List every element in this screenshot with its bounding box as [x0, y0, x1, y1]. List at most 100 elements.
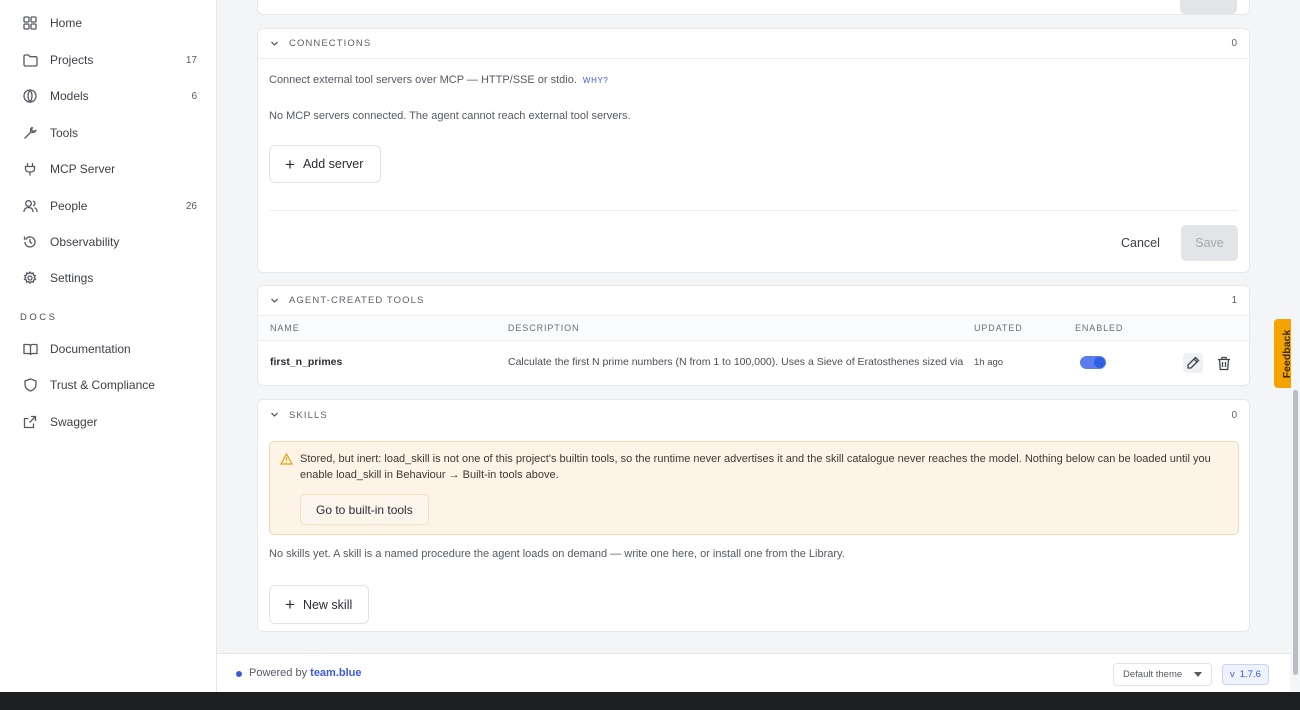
version-prefix: v: [1230, 669, 1235, 680]
add-server-button[interactable]: + Add server: [269, 145, 381, 183]
plug-icon: [22, 161, 38, 177]
grid-icon: [22, 15, 38, 31]
sidebar-item-mcp-server[interactable]: MCP Server: [22, 157, 197, 181]
sidebar-item-label: Models: [50, 89, 89, 103]
warning-text: Stored, but inert: load_skill is not one…: [300, 453, 1211, 481]
scrollbar-thumb[interactable]: [1293, 390, 1298, 675]
chevron-down-icon: [270, 39, 280, 49]
sidebar-item-settings[interactable]: Settings: [22, 266, 197, 290]
new-skill-label: New skill: [302, 597, 353, 612]
agent-tools-title: AGENT-CREATED TOOLS: [289, 295, 425, 306]
new-skill-button[interactable]: + New skill: [269, 585, 369, 624]
agent-tools-card: AGENT-CREATED TOOLS 1 NAME DESCRIPTION U…: [257, 285, 1250, 386]
brand-link[interactable]: team.blue: [310, 667, 361, 679]
plus-icon: +: [285, 595, 295, 614]
sidebar-item-people[interactable]: People 26: [22, 194, 197, 218]
footer: Powered by team.blue Default theme v 1.7…: [217, 653, 1290, 692]
sidebar: Home Projects 17 Models 6 Tools MCP Serv…: [0, 0, 217, 692]
skills-header[interactable]: SKILLS 0: [258, 400, 1249, 430]
column-updated: UPDATED: [974, 323, 1023, 333]
sidebar-item-observability[interactable]: Observability: [22, 230, 197, 254]
sidebar-item-documentation[interactable]: Documentation: [22, 337, 197, 361]
sidebar-item-count: 17: [185, 54, 197, 66]
shield-icon: [22, 377, 38, 393]
table-row[interactable]: first_n_primes Calculate the first N pri…: [258, 342, 1249, 386]
chevron-down-icon: [270, 296, 280, 306]
plus-icon: +: [285, 154, 295, 174]
connections-title: CONNECTIONS: [289, 38, 372, 49]
sidebar-item-label: People: [50, 199, 88, 213]
table-header: NAME DESCRIPTION UPDATED ENABLED: [258, 316, 1249, 341]
edit-icon[interactable]: [1183, 353, 1203, 373]
trash-icon[interactable]: [1215, 354, 1233, 372]
tool-description: Calculate the first N prime numbers (N f…: [508, 356, 966, 368]
caret-down-icon: [1194, 669, 1202, 680]
sidebar-item-label: Swagger: [50, 415, 98, 429]
connections-card: CONNECTIONS 0 Connect external tool serv…: [257, 28, 1250, 273]
sidebar-item-label: Documentation: [50, 342, 131, 356]
skills-title: SKILLS: [289, 409, 328, 421]
taskbar: [0, 692, 1300, 710]
docs-heading: DOCS: [20, 312, 58, 323]
why-link[interactable]: WHY?: [583, 76, 609, 85]
connections-header[interactable]: CONNECTIONS 0: [258, 29, 1249, 59]
status-dot: [236, 671, 242, 677]
sidebar-item-home[interactable]: Home: [22, 11, 197, 35]
version-badge: v 1.7.6: [1222, 664, 1269, 685]
book-icon: [22, 341, 38, 357]
version-number: 1.7.6: [1239, 669, 1261, 680]
history-icon: [22, 234, 38, 250]
connections-description-row: Connect external tool servers over MCP —…: [269, 74, 608, 86]
warning-banner: Stored, but inert: load_skill is not one…: [269, 441, 1239, 535]
sidebar-item-models[interactable]: Models 6: [22, 84, 197, 108]
sidebar-item-label: Projects: [50, 53, 94, 67]
sidebar-item-count: 26: [185, 200, 197, 212]
column-name: NAME: [270, 323, 300, 333]
connections-empty-text: No MCP servers connected. The agent cann…: [269, 110, 631, 122]
add-server-label: Add server: [302, 157, 364, 171]
connections-count: 0: [1231, 38, 1237, 49]
divider: [269, 210, 1238, 211]
sidebar-item-count: 6: [191, 90, 197, 102]
skills-card: SKILLS 0 Stored, but inert: load_skill i…: [257, 399, 1250, 632]
column-description: DESCRIPTION: [508, 323, 580, 333]
column-enabled: ENABLED: [1075, 323, 1124, 333]
sidebar-item-label: Settings: [50, 271, 94, 285]
users-icon: [22, 198, 38, 214]
sidebar-item-projects[interactable]: Projects 17: [22, 48, 197, 72]
toggle-knob: [1094, 357, 1105, 368]
sidebar-item-trust-compliance[interactable]: Trust & Compliance: [22, 373, 197, 397]
tool-name: first_n_primes: [270, 356, 343, 368]
warning-icon: [279, 452, 294, 465]
external-link-icon: [22, 414, 38, 430]
gear-icon: [22, 270, 38, 286]
powered-prefix: Powered by: [249, 667, 308, 679]
sidebar-item-label: Home: [50, 16, 83, 30]
wrench-icon: [22, 125, 38, 141]
sidebar-item-label: MCP Server: [50, 162, 116, 176]
sidebar-item-tools[interactable]: Tools: [22, 121, 197, 145]
chevron-down-icon: [270, 410, 280, 420]
theme-select[interactable]: Default theme: [1113, 663, 1212, 686]
sidebar-item-swagger[interactable]: Swagger: [22, 410, 197, 434]
previous-card: [257, 0, 1250, 15]
globe-icon: [22, 88, 38, 104]
save-button[interactable]: Save: [1181, 225, 1238, 261]
scrollbar[interactable]: [1291, 0, 1300, 692]
folder-icon: [22, 52, 38, 68]
connections-description: Connect external tool servers over MCP —…: [269, 74, 577, 86]
skills-count: 0: [1231, 409, 1237, 421]
sidebar-item-label: Tools: [50, 126, 79, 140]
agent-tools-count: 1: [1231, 295, 1237, 306]
enabled-toggle[interactable]: [1080, 356, 1106, 369]
go-to-builtin-tools-button[interactable]: Go to built-in tools: [300, 494, 429, 525]
sidebar-item-label: Observability: [50, 235, 120, 249]
powered-by: Powered by team.blue: [249, 667, 362, 679]
skills-empty-text: No skills yet. A skill is a named proced…: [269, 548, 845, 560]
previous-save-button[interactable]: [1180, 0, 1237, 14]
tool-updated: 1h ago: [974, 357, 1004, 368]
sidebar-item-label: Trust & Compliance: [50, 378, 155, 392]
theme-select-value: Default theme: [1123, 669, 1183, 680]
cancel-button[interactable]: Cancel: [1121, 236, 1160, 250]
agent-tools-header[interactable]: AGENT-CREATED TOOLS 1: [258, 286, 1249, 316]
